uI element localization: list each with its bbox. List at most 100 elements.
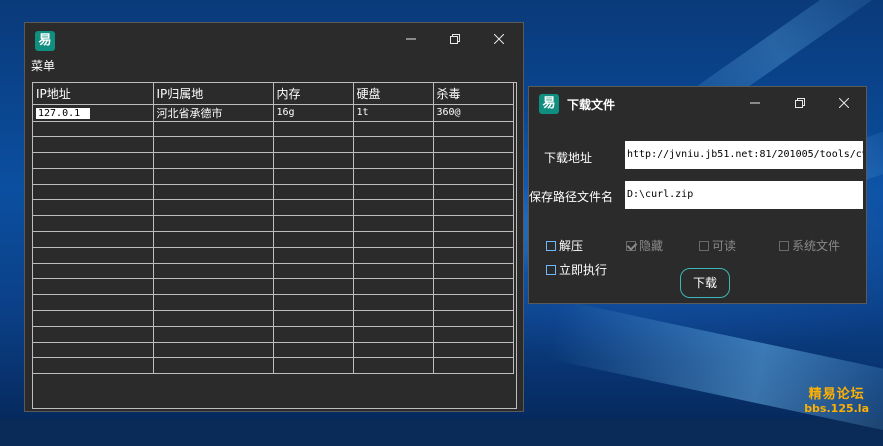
table-cell[interactable] [33,263,154,280]
table-cell[interactable] [153,294,274,312]
table-row[interactable] [33,184,514,201]
table-cell[interactable] [353,310,434,327]
table-cell[interactable]: 1t [353,104,434,122]
table-cell[interactable] [153,136,274,154]
table-cell[interactable] [153,168,274,185]
restore-button[interactable] [786,93,814,115]
table-cell[interactable]: 360@ [433,104,514,122]
table-cell[interactable] [353,168,434,185]
table-cell[interactable] [33,247,154,264]
close-button[interactable] [485,29,513,51]
table-cell[interactable] [433,199,514,217]
table-cell[interactable] [433,231,514,248]
table-cell[interactable] [353,215,434,233]
table-cell[interactable] [153,310,274,327]
table-cell[interactable] [433,121,514,138]
close-button[interactable] [830,93,858,115]
table-cell[interactable] [33,231,154,248]
table-cell[interactable] [153,357,274,375]
table-cell[interactable] [353,357,434,375]
table-cell[interactable] [33,136,154,154]
table-cell[interactable] [153,263,274,280]
readable-checkbox[interactable]: 可读 [699,237,736,254]
table-cell[interactable] [433,136,514,154]
table-cell[interactable] [433,184,514,201]
table-cell[interactable] [353,121,434,138]
table-cell[interactable] [433,152,514,169]
table-cell[interactable] [273,278,354,296]
table-cell[interactable] [273,310,354,327]
table-cell[interactable] [353,278,434,296]
table-row[interactable] [33,294,514,312]
table-row[interactable] [33,263,514,280]
save-path-input[interactable]: D:\curl.zip [625,181,863,209]
table-cell[interactable] [153,326,274,343]
table-cell[interactable] [433,326,514,343]
table-cell[interactable] [353,231,434,248]
table-cell[interactable] [353,247,434,264]
table-cell[interactable] [33,342,154,359]
table-cell[interactable] [353,184,434,201]
column-header[interactable]: IP地址 [33,83,154,105]
system-file-checkbox[interactable]: 系统文件 [779,237,840,254]
table-cell[interactable] [273,184,354,201]
column-header[interactable]: 杀毒 [433,83,514,105]
table-cell[interactable]: 16g [273,104,354,122]
table-cell[interactable] [273,136,354,154]
table-row[interactable] [33,278,514,296]
table-cell[interactable] [273,152,354,169]
data-grid[interactable]: IP地址 IP归属地 内存 硬盘 杀毒 127.0.1 河北省承德市 16g 1t 360@ [32,82,517,409]
table-cell[interactable] [153,278,274,296]
table-cell[interactable] [273,121,354,138]
table-cell[interactable] [353,294,434,312]
table-cell[interactable] [33,199,154,217]
table-cell[interactable] [273,247,354,264]
table-cell[interactable] [153,342,274,359]
table-cell[interactable] [33,278,154,296]
hidden-checkbox[interactable]: 隐藏 [626,237,663,254]
table-cell[interactable] [353,326,434,343]
column-header[interactable]: 内存 [273,83,354,105]
table-row[interactable]: 127.0.1 河北省承德市 16g 1t 360@ [33,104,514,122]
table-cell[interactable] [33,310,154,327]
table-cell[interactable] [433,215,514,233]
table-cell[interactable] [33,294,154,312]
table-row[interactable] [33,342,514,359]
table-cell[interactable]: 127.0.1 [33,104,154,122]
table-cell[interactable]: 河北省承德市 [153,104,274,122]
table-cell[interactable] [433,278,514,296]
table-cell[interactable] [433,342,514,359]
table-cell[interactable] [153,215,274,233]
table-row[interactable] [33,121,514,138]
minimize-button[interactable] [741,93,769,115]
table-cell[interactable] [33,215,154,233]
table-cell[interactable] [353,152,434,169]
table-cell[interactable] [273,342,354,359]
table-cell[interactable] [273,357,354,375]
table-cell[interactable] [273,294,354,312]
main-titlebar[interactable]: 易 [25,23,523,59]
table-cell[interactable] [273,231,354,248]
table-cell[interactable] [273,215,354,233]
table-cell[interactable] [33,168,154,185]
table-cell[interactable] [273,263,354,280]
table-cell[interactable] [273,168,354,185]
restore-button[interactable] [441,29,469,51]
table-cell[interactable] [353,342,434,359]
table-cell[interactable] [433,294,514,312]
download-button[interactable]: 下载 [680,268,730,298]
table-cell[interactable] [153,247,274,264]
table-row[interactable] [33,136,514,154]
table-cell[interactable] [353,263,434,280]
table-cell[interactable] [33,357,154,375]
table-cell[interactable] [33,184,154,201]
table-cell[interactable] [273,199,354,217]
table-row[interactable] [33,199,514,217]
table-cell[interactable] [153,231,274,248]
table-cell[interactable] [433,247,514,264]
table-cell[interactable] [33,121,154,138]
table-cell[interactable] [433,310,514,327]
table-cell[interactable] [273,326,354,343]
column-header[interactable]: 硬盘 [353,83,434,105]
table-cell[interactable] [353,136,434,154]
